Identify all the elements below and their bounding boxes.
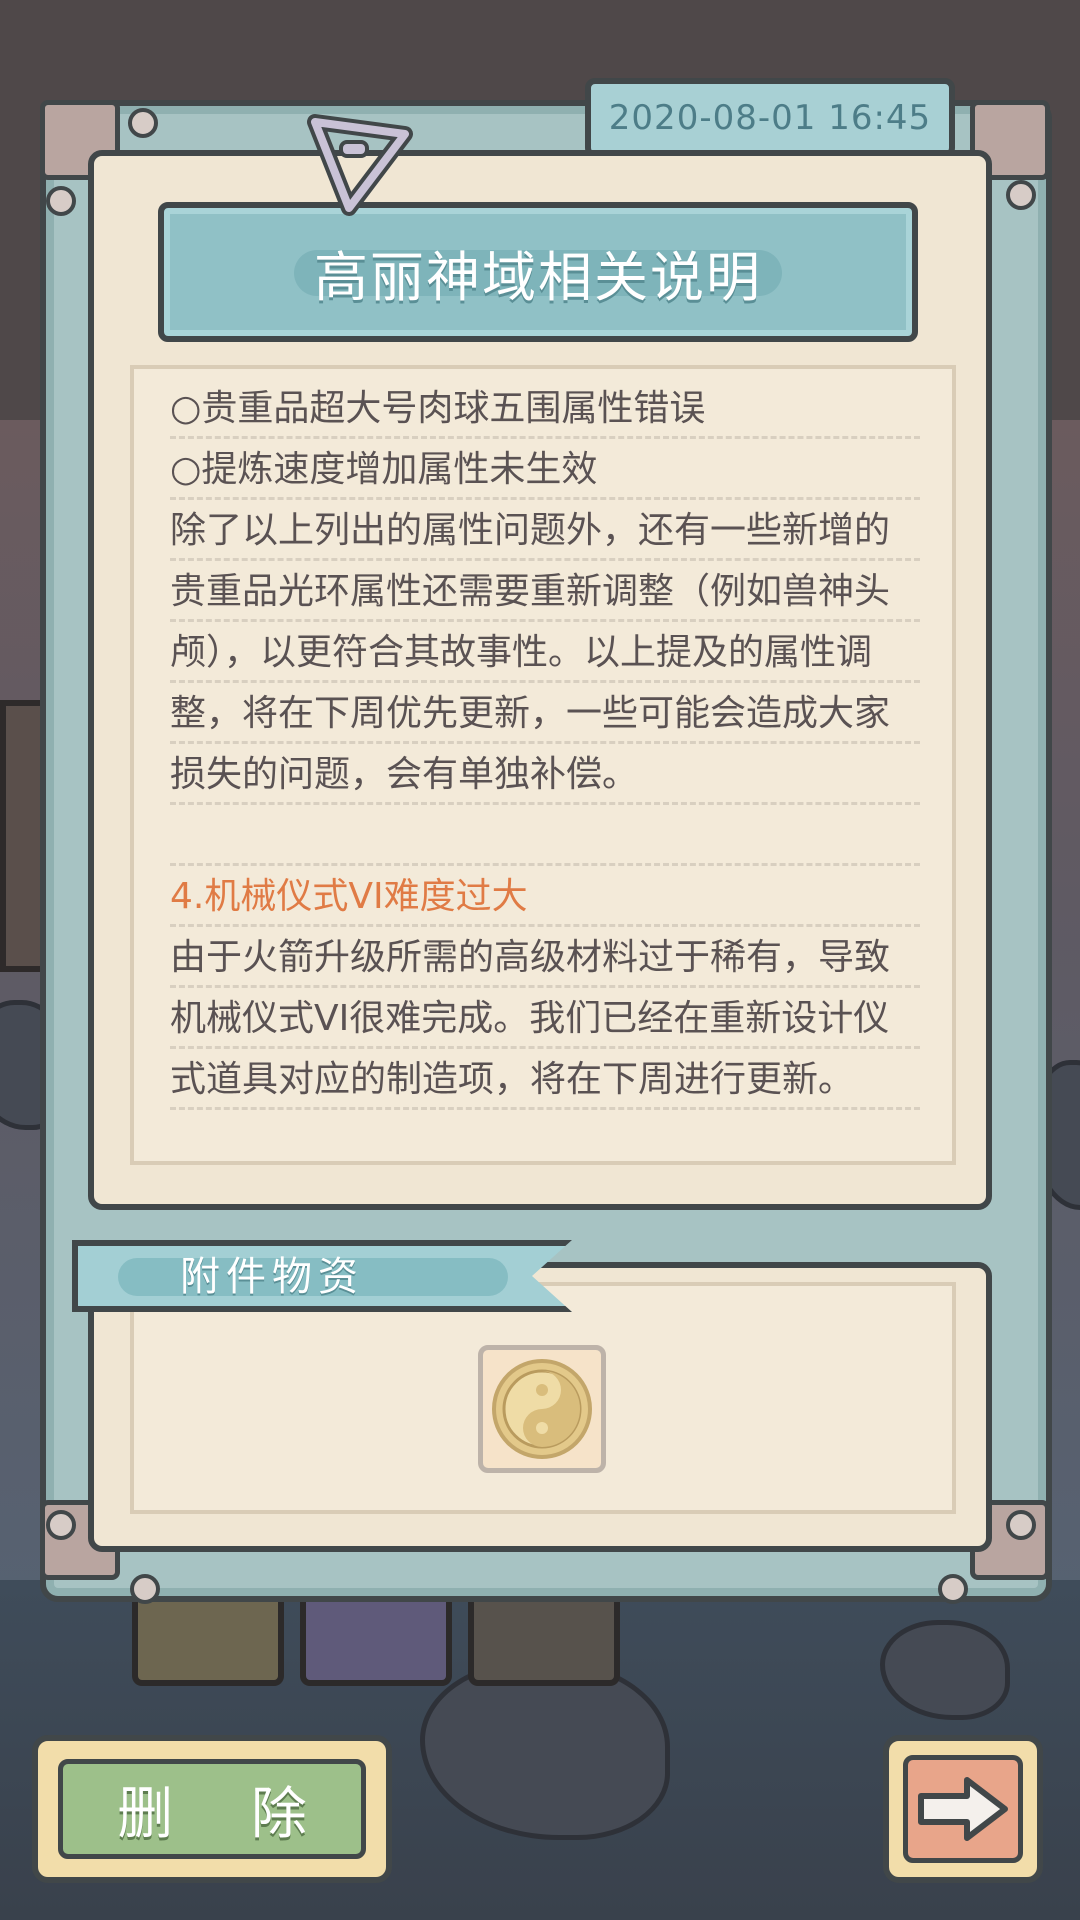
mail-content: ○贵重品超大号肉球五围属性错误 ○提炼速度增加属性未生效 除了以上列出的属性问题… [170,378,920,1110]
mail-title: 高丽神域相关说明 [314,245,762,309]
content-line-9: 由于火箭升级所需的高级材料过于稀有，导致 [170,927,920,988]
attachment-item-slot[interactable] [478,1345,606,1473]
content-line-11: 式道具对应的制造项，将在下周进行更新。 [170,1049,920,1110]
section-heading: 4.机械仪式VI难度过大 [170,866,920,927]
frame-bolt [128,108,158,138]
frame-bolt [46,186,76,216]
content-line-4: 颅），以更符合其故事性。以上提及的属性调 [170,622,920,683]
content-line-1: ○提炼速度增加属性未生效 [170,439,920,500]
mail-date-tab: 2020-08-01 16:45 [585,78,955,158]
next-button[interactable] [883,1735,1043,1883]
frame-bolt [130,1574,160,1604]
mail-date: 2020-08-01 16:45 [608,98,932,138]
content-line-6: 损失的问题，会有单独补偿。 [170,744,920,805]
content-line-2: 除了以上列出的属性问题外，还有一些新增的 [170,500,920,561]
background-card [468,1600,620,1686]
content-line-3: 贵重品光环属性还需要重新调整（例如兽神头 [170,561,920,622]
yin-yang-coin-icon [492,1359,592,1459]
content-line-10: 机械仪式VI很难完成。我们已经在重新设计仪 [170,988,920,1049]
delete-button-label: 删 除 [58,1759,366,1859]
frame-bolt [1006,180,1036,210]
frame-bolt [46,1510,76,1540]
content-line-0: ○贵重品超大号肉球五围属性错误 [170,378,920,439]
next-button-face [903,1755,1023,1863]
paperclip-icon [307,114,413,216]
background-card [132,1600,284,1686]
frame-bolt [1006,1510,1036,1540]
title-banner: 高丽神域相关说明 [158,202,918,342]
content-line-7 [170,805,920,866]
background-card [300,1600,452,1686]
attachment-label: 附件物资 [180,1254,364,1300]
content-line-5: 整，将在下周优先更新，一些可能会造成大家 [170,683,920,744]
arrow-right-icon [918,1777,1008,1841]
frame-bolt [938,1574,968,1604]
delete-button[interactable]: 删 除 [32,1735,392,1883]
